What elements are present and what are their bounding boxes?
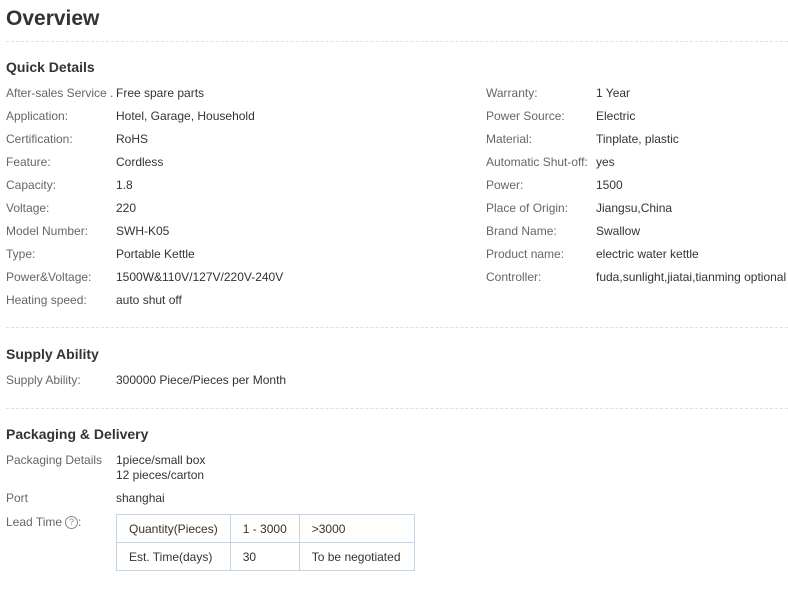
detail-value: 300000 Piece/Pieces per Month bbox=[116, 373, 287, 387]
detail-value: Free spare parts bbox=[116, 86, 205, 100]
detail-label: Heating speed: bbox=[6, 293, 87, 307]
detail-value: Cordless bbox=[116, 155, 164, 169]
detail-value: electric water kettle bbox=[596, 247, 699, 261]
table-cell: Est. Time(days) bbox=[116, 542, 231, 571]
detail-value: Hotel, Garage, Household bbox=[116, 109, 255, 123]
question-circle-icon[interactable]: ? bbox=[65, 516, 79, 529]
detail-label: Product name: bbox=[486, 247, 565, 261]
packaging-details-value: 1piece/small box 12 pieces/carton bbox=[116, 453, 205, 483]
detail-label: Power&Voltage: bbox=[6, 270, 92, 284]
detail-label: Supply Ability: bbox=[6, 373, 81, 387]
detail-label: Voltage: bbox=[6, 201, 50, 215]
detail-label: Automatic Shut-off: bbox=[486, 155, 588, 169]
lead-time-label-wrap: Lead Time?: bbox=[6, 515, 82, 529]
detail-value: 220 bbox=[116, 201, 137, 215]
supply-ability-heading: Supply Ability bbox=[6, 346, 99, 362]
detail-label: Feature: bbox=[6, 155, 51, 169]
detail-value: Portable Kettle bbox=[116, 247, 195, 261]
detail-value: Swallow bbox=[596, 224, 641, 238]
detail-label: Power Source: bbox=[486, 109, 565, 123]
detail-value: 1 Year bbox=[596, 86, 631, 100]
quick-details-heading: Quick Details bbox=[6, 59, 95, 75]
detail-value: shanghai bbox=[116, 491, 165, 505]
lead-time-table: Quantity(Pieces) 1 - 3000 >3000 Est. Tim… bbox=[116, 514, 415, 571]
table-row: Est. Time(days) 30 To be negotiated bbox=[116, 542, 415, 571]
packaging-line: 1piece/small box bbox=[116, 453, 206, 467]
detail-value: 1500W&110V/127V/220V-240V bbox=[116, 270, 284, 284]
detail-label: Type: bbox=[6, 247, 36, 261]
table-cell: Quantity(Pieces) bbox=[116, 514, 231, 543]
detail-label: Warranty: bbox=[486, 86, 538, 100]
detail-value: 1.8 bbox=[116, 178, 133, 192]
packaging-heading: Packaging & Delivery bbox=[6, 426, 149, 442]
detail-label: Controller: bbox=[486, 270, 542, 284]
table-cell: >3000 bbox=[298, 514, 415, 543]
detail-value: Jiangsu,China bbox=[596, 201, 673, 215]
divider bbox=[6, 327, 788, 328]
divider bbox=[6, 408, 788, 409]
detail-value: Tinplate, plastic bbox=[596, 132, 679, 146]
table-cell: 30 bbox=[229, 542, 300, 571]
detail-label: Application: bbox=[6, 109, 69, 123]
detail-label: Model Number: bbox=[6, 224, 89, 238]
detail-value: yes bbox=[596, 155, 615, 169]
detail-label: Capacity: bbox=[6, 178, 57, 192]
page-title: Overview bbox=[6, 7, 100, 30]
detail-value: RoHS bbox=[116, 132, 149, 146]
detail-value: Electric bbox=[596, 109, 636, 123]
divider bbox=[6, 41, 788, 42]
detail-label: Port bbox=[6, 491, 29, 505]
detail-label: After-sales Service ... bbox=[6, 86, 114, 100]
detail-value: fuda,sunlight,jiatai,tianming optional bbox=[596, 270, 787, 284]
detail-value: auto shut off bbox=[116, 293, 182, 307]
table-cell: To be negotiated bbox=[298, 542, 415, 571]
detail-value: SWH-K05 bbox=[116, 224, 170, 238]
detail-label: Lead Time bbox=[6, 515, 63, 529]
detail-label: Brand Name: bbox=[486, 224, 557, 238]
detail-label: Power: bbox=[486, 178, 524, 192]
detail-label: Material: bbox=[486, 132, 533, 146]
table-cell: 1 - 3000 bbox=[229, 514, 300, 543]
detail-label: Place of Origin: bbox=[486, 201, 569, 215]
detail-label: Certification: bbox=[6, 132, 73, 146]
table-row: Quantity(Pieces) 1 - 3000 >3000 bbox=[116, 514, 415, 543]
detail-label: Packaging Details bbox=[6, 453, 103, 467]
detail-value: 1500 bbox=[596, 178, 623, 192]
packaging-line: 12 pieces/carton bbox=[116, 468, 205, 482]
